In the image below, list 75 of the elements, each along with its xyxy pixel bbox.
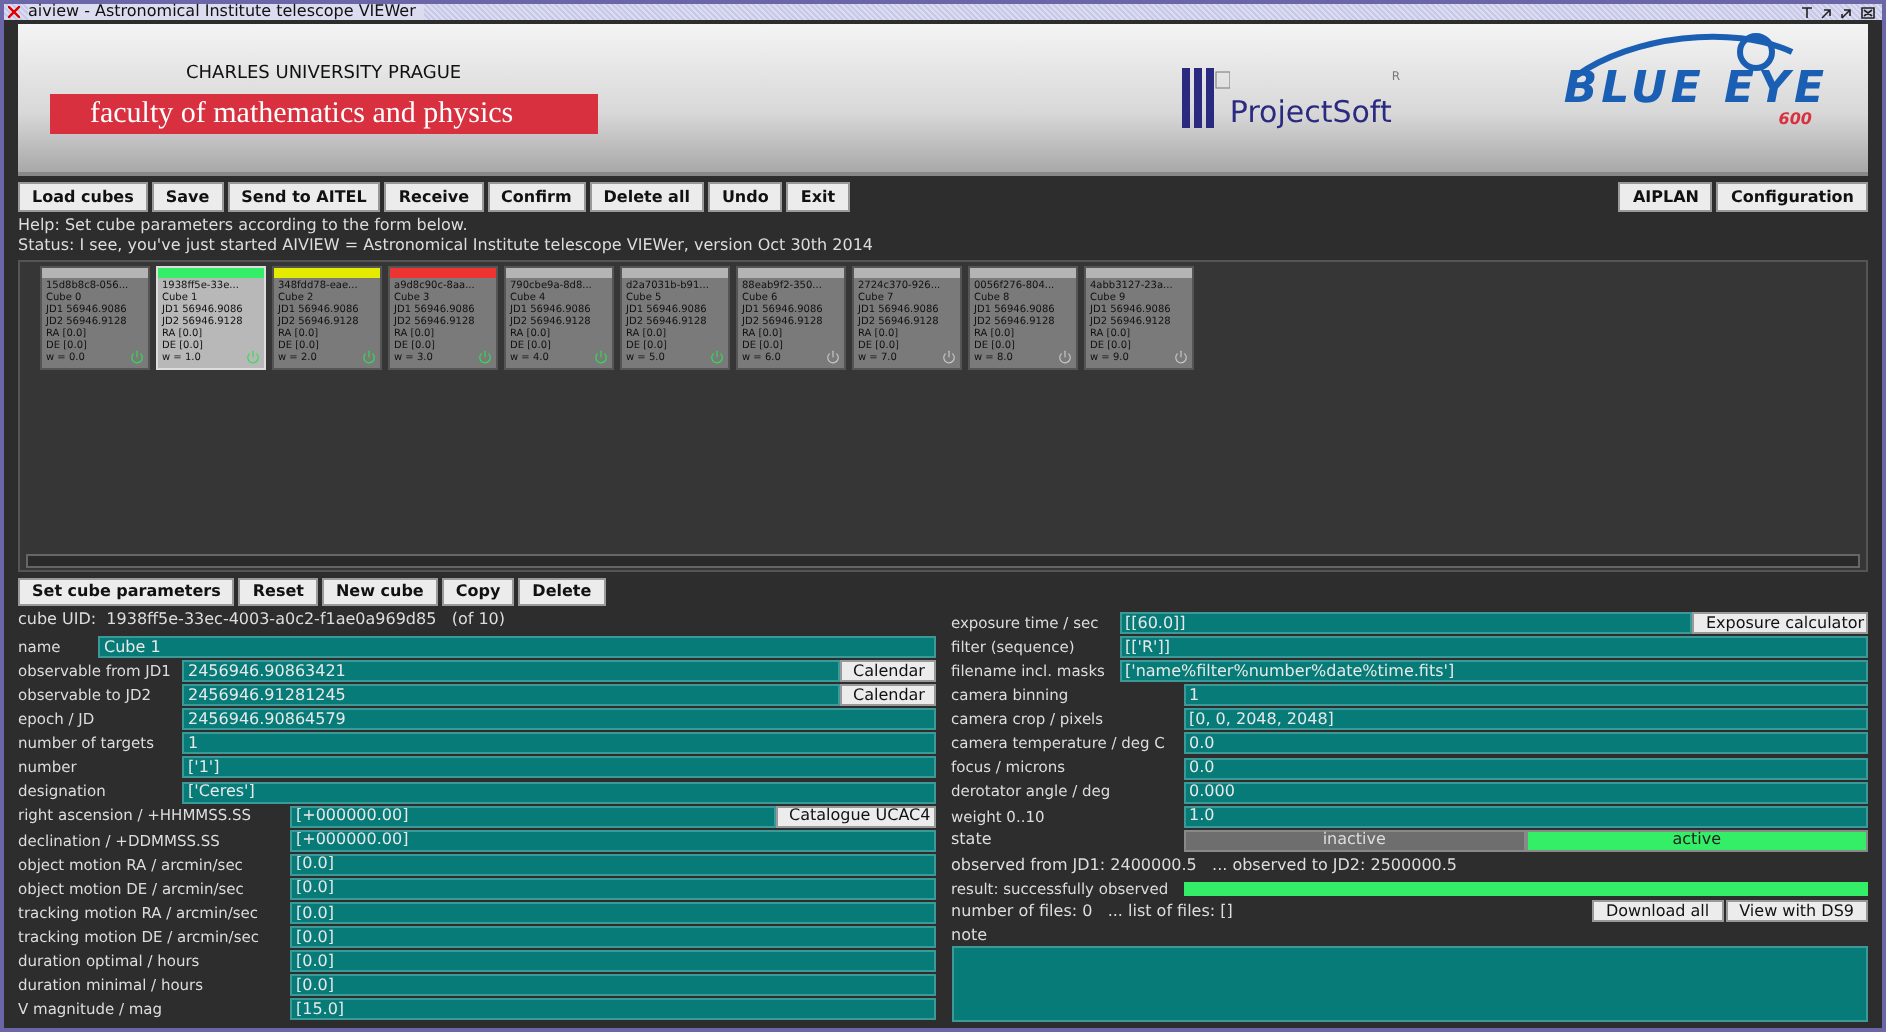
cube-action-button[interactable]: Delete bbox=[518, 578, 606, 606]
toolbar-button[interactable]: Save bbox=[151, 182, 224, 212]
help-text: Help: Set cube parameters according to the form below. bbox=[18, 216, 470, 236]
catalogue-button[interactable]: Catalogue UCAC4 bbox=[775, 805, 935, 828]
input-field[interactable]: ['1'] bbox=[182, 756, 935, 779]
state-toggle[interactable]: active bbox=[1525, 829, 1868, 852]
input-field[interactable]: [[60.0]] bbox=[1119, 612, 1692, 634]
calendar-button[interactable]: Calendar bbox=[839, 684, 935, 707]
input-field[interactable]: 2456946.90864579 bbox=[182, 708, 935, 731]
input-field[interactable]: ['name%filter%number%date%time.fits'] bbox=[1119, 660, 1868, 683]
window-controls-icon[interactable] bbox=[1798, 5, 1878, 19]
files-button[interactable]: View with DS9 bbox=[1725, 900, 1868, 923]
files-button[interactable]: Download all bbox=[1591, 900, 1724, 923]
brand-logo: BLUE EYE bbox=[1563, 68, 1828, 112]
horizontal-scrollbar[interactable] bbox=[26, 554, 1860, 568]
university-name: CHARLES UNIVERSITY PRAGUE bbox=[186, 61, 462, 88]
window-title: aiview - Astronomical Institute telescope VIEWer bbox=[28, 4, 424, 20]
close-icon[interactable] bbox=[8, 6, 20, 18]
input-field[interactable]: [0.0] bbox=[290, 877, 935, 900]
power-icon[interactable] bbox=[710, 350, 724, 364]
input-field[interactable]: 2456946.91281245 bbox=[182, 684, 839, 707]
toolbar-button[interactable]: Configuration bbox=[1716, 182, 1868, 212]
toolbar-button[interactable]: Send to AITEL bbox=[227, 182, 381, 212]
power-icon[interactable] bbox=[362, 350, 376, 364]
input-field[interactable]: [0.0] bbox=[290, 926, 935, 949]
cube-action-button[interactable]: Copy bbox=[441, 578, 515, 606]
state-label: state bbox=[951, 832, 994, 849]
state-toggle[interactable]: inactive bbox=[1183, 829, 1526, 852]
faculty-name: faculty of mathematics and physics bbox=[50, 94, 598, 135]
input-field[interactable]: [0.0] bbox=[290, 974, 935, 997]
power-icon[interactable] bbox=[826, 350, 840, 364]
toolbar-button[interactable]: Undo bbox=[707, 182, 783, 212]
cube-action-button[interactable]: Reset bbox=[238, 578, 318, 606]
input-field[interactable]: 0.000 bbox=[1183, 781, 1868, 804]
observed-text: observed from JD1: 2400000.5 ... observed to JD2: 2500000.5 bbox=[951, 853, 1460, 878]
input-field[interactable]: [0, 0, 2048, 2048] bbox=[1183, 708, 1868, 731]
toolbar-button[interactable]: Exit bbox=[786, 182, 850, 212]
power-icon[interactable] bbox=[594, 350, 608, 364]
cube-action-button[interactable]: New cube bbox=[321, 578, 438, 606]
power-icon[interactable] bbox=[942, 350, 956, 364]
status-text: Status: I see, you've just started AIVIEW = Astronomical Institute telescope VIEWer, version Oct 30th 2014 bbox=[18, 236, 875, 256]
input-field[interactable]: ['Ceres'] bbox=[182, 781, 935, 804]
power-icon[interactable] bbox=[1174, 350, 1188, 364]
bars-logo-icon bbox=[1181, 68, 1230, 128]
files-text: number of files: 0 ... list of files: [] bbox=[951, 903, 1235, 920]
power-icon[interactable] bbox=[1058, 350, 1072, 364]
input-field[interactable]: 1 bbox=[182, 732, 935, 755]
input-field[interactable]: [0.0] bbox=[290, 853, 935, 876]
input-field[interactable]: 0.0 bbox=[1183, 757, 1868, 780]
input-field[interactable]: [+000000.00] bbox=[290, 805, 775, 828]
exposure-calculator-button[interactable]: Exposure calculator bbox=[1692, 612, 1868, 634]
toolbar-button[interactable]: Confirm bbox=[487, 182, 586, 212]
projectsoft-logo: ProjectSoft bbox=[1229, 98, 1392, 128]
cube-action-button[interactable]: Set cube parameters bbox=[18, 578, 235, 606]
input-field[interactable]: [15.0] bbox=[290, 998, 935, 1021]
power-icon[interactable] bbox=[478, 350, 492, 364]
input-field[interactable]: Cube 1 bbox=[98, 636, 935, 658]
note-label: note bbox=[951, 923, 990, 946]
note-field[interactable] bbox=[951, 945, 1868, 1022]
input-field[interactable]: [0.0] bbox=[290, 950, 935, 973]
input-field[interactable]: [['R']] bbox=[1119, 636, 1868, 659]
input-field[interactable]: 0.0 bbox=[1183, 732, 1868, 755]
toolbar-button[interactable]: Receive bbox=[384, 182, 483, 212]
calendar-button[interactable]: Calendar bbox=[839, 660, 935, 683]
toolbar-button[interactable]: Load cubes bbox=[18, 182, 148, 212]
cube-uid: cube UID: 1938ff5e-33ec-4003-a0c2-f1ae0a969d85 (of 10) bbox=[18, 612, 507, 632]
input-field[interactable]: [0.0] bbox=[290, 902, 935, 925]
model-number: 600 bbox=[1778, 112, 1812, 128]
toolbar-button[interactable]: Delete all bbox=[589, 182, 704, 212]
input-field[interactable]: 1.0 bbox=[1183, 805, 1868, 828]
toolbar-button[interactable]: AIPLAN bbox=[1618, 182, 1713, 212]
input-field[interactable]: 2456946.90863421 bbox=[182, 660, 839, 683]
input-field[interactable]: [+000000.00] bbox=[290, 829, 935, 852]
input-field[interactable]: 1 bbox=[1183, 684, 1868, 707]
power-icon[interactable] bbox=[130, 350, 144, 364]
